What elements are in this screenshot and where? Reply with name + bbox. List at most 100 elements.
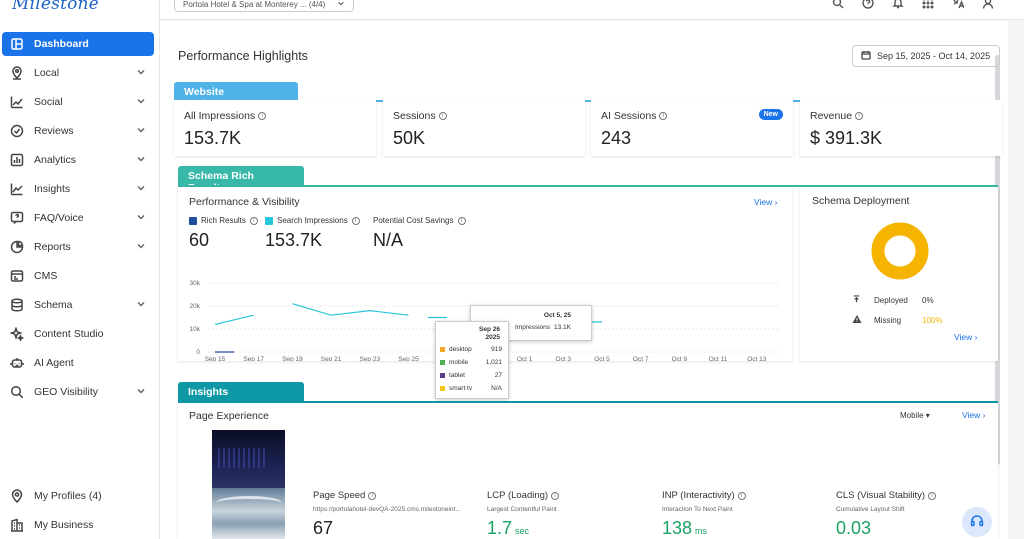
series-line-search-impressions[interactable]	[292, 303, 409, 316]
checkbox-icon[interactable]	[189, 216, 197, 225]
series-line-search-impressions[interactable]	[214, 314, 254, 325]
help-icon[interactable]	[862, 0, 874, 9]
top-bar: Portola Hotel & Spa at Monterey ... (4/4…	[160, 0, 1024, 20]
info-icon[interactable]: i	[855, 112, 864, 120]
sidebar-item-analytics[interactable]: Analytics	[2, 148, 154, 172]
tooltip-value: 13.1K	[554, 324, 571, 331]
tab-schema-rich-results[interactable]: Schema Rich Results	[178, 166, 304, 194]
cost-savings-value: N/A	[373, 230, 404, 250]
pe-value-number: 0.03	[836, 518, 872, 538]
sidebar-item-my-profiles-4[interactable]: My Profiles (4)	[2, 484, 154, 508]
sidebar-item-reviews[interactable]: Reviews	[2, 119, 154, 143]
metric-card-revenue[interactable]: Revenue i $ 391.3K	[800, 100, 1002, 156]
info-icon[interactable]: i	[457, 216, 466, 225]
metric-label-text: Revenue	[810, 110, 853, 122]
info-icon[interactable]: i	[258, 112, 267, 120]
sidebar-item-content-studio[interactable]: Content Studio	[2, 322, 154, 346]
sidebar-item-faq-voice[interactable]: FAQ/Voice	[2, 206, 154, 230]
sidebar-item-label: Reviews	[34, 125, 74, 137]
legend-swatch	[440, 359, 445, 365]
headset-icon	[970, 514, 984, 531]
sidebar-item-social[interactable]: Social	[2, 90, 154, 114]
page-experience-panel: Page Experience Mobile ▾ View › Page Spe…	[178, 403, 998, 539]
info-icon[interactable]: i	[368, 491, 377, 500]
metric-card-ai-sessions[interactable]: AI Sessions i 243 New	[591, 100, 793, 156]
metric-label-text: All Impressions	[184, 110, 256, 122]
date-range-picker[interactable]: Sep 15, 2025 - Oct 14, 2025	[852, 45, 1000, 67]
pe-value-number: 1.7	[487, 518, 513, 538]
sidebar-item-reports[interactable]: Reports	[2, 235, 154, 259]
info-icon[interactable]: i	[928, 491, 937, 500]
view-link[interactable]: View ›	[954, 332, 977, 342]
y-tick-label: 10k	[190, 326, 201, 333]
x-tick-label: Sep 19	[282, 356, 303, 361]
info-icon[interactable]: i	[659, 112, 668, 120]
view-link[interactable]: View ›	[754, 197, 777, 207]
sidebar-item-local[interactable]: Local	[2, 61, 154, 85]
bell-icon[interactable]	[892, 0, 904, 9]
pe-metric-value: 1.7 sec	[487, 518, 529, 539]
info-icon[interactable]: i	[249, 216, 258, 225]
info-icon[interactable]: i	[737, 491, 746, 500]
robot-icon	[10, 356, 24, 370]
sidebar-item-dashboard[interactable]: Dashboard	[2, 32, 154, 56]
metric-card-sessions[interactable]: Sessions i 50K	[383, 100, 585, 156]
deployment-donut-chart[interactable]	[870, 221, 930, 281]
location-icon	[10, 66, 24, 80]
metric-card-all-impressions[interactable]: All Impressions i 153.7K	[174, 100, 376, 156]
metric-value: 243	[601, 128, 632, 148]
chevron-down-icon	[136, 125, 146, 135]
pin-icon	[10, 489, 24, 503]
search-impressions-toggle[interactable]: Search Impressions i	[265, 216, 360, 225]
device-tooltip-date: Sep 26 2025	[479, 326, 500, 341]
chevron-down-icon	[136, 386, 146, 396]
brand-logo[interactable]: Milestone	[12, 0, 99, 14]
sidebar-item-cms[interactable]: CMS	[2, 264, 154, 288]
chevron-down-icon	[136, 183, 146, 193]
sidebar-item-label: AI Agent	[34, 357, 74, 369]
pe-metric-value: 67	[313, 518, 333, 539]
checkbox-icon[interactable]	[265, 216, 273, 225]
x-tick-label: Oct 11	[709, 356, 728, 361]
tab-insights[interactable]: Insights	[178, 382, 304, 402]
rich-results-label: Rich Results	[201, 216, 246, 225]
chevron-down-icon	[136, 67, 146, 77]
legend-swatch	[440, 385, 445, 391]
sidebar-item-insights[interactable]: Insights	[2, 177, 154, 201]
pe-metric-value: 0.03	[836, 518, 871, 539]
rich-results-toggle[interactable]: Rich Results i	[189, 216, 258, 225]
pe-value-unit: sec	[515, 526, 530, 536]
support-chat-button[interactable]	[962, 507, 992, 537]
sidebar-item-ai-agent[interactable]: AI Agent	[2, 351, 154, 375]
missing-value: 100%	[922, 315, 943, 325]
sidebar-item-my-business[interactable]: My Business	[2, 513, 154, 537]
device-dropdown[interactable]: Mobile ▾	[900, 411, 930, 420]
search-icon[interactable]	[832, 0, 844, 9]
x-tick-label: Sep 17	[243, 356, 264, 361]
sidebar-item-label: Insights	[34, 183, 71, 195]
chevron-down-icon	[136, 241, 146, 251]
tab-website-performance[interactable]: Website Performance	[174, 82, 298, 110]
tooltip-device-row: smart tv N/A	[440, 383, 502, 393]
sparkle-icon	[10, 327, 24, 341]
sidebar-item-label: Dashboard	[34, 38, 89, 50]
translate-icon[interactable]	[952, 0, 965, 9]
main-content: Performance Highlights Sep 15, 2025 - Oc…	[160, 21, 1008, 539]
sidebar-item-geo-visibility[interactable]: GEO Visibility	[2, 380, 154, 404]
sidebar-item-label: FAQ/Voice	[34, 212, 84, 224]
sidebar-item-label: Social	[34, 96, 63, 108]
apps-grid-icon[interactable]	[922, 0, 934, 9]
search-impressions-value: 153.7K	[265, 230, 323, 250]
info-icon[interactable]: i	[438, 112, 447, 120]
sidebar-item-label: CMS	[34, 270, 58, 282]
page-screenshot-thumbnail[interactable]	[212, 430, 285, 539]
device-value: 27	[494, 371, 502, 379]
property-select[interactable]: Portola Hotel & Spa at Monterey ... (4/4…	[174, 0, 354, 12]
pe-label-text: LCP (Loading)	[487, 490, 549, 501]
sidebar-item-schema[interactable]: Schema	[2, 293, 154, 317]
info-icon[interactable]: i	[551, 491, 560, 500]
info-icon[interactable]: i	[351, 216, 360, 225]
user-icon[interactable]	[982, 0, 994, 9]
missing-label: Missing	[874, 315, 902, 325]
view-link[interactable]: View ›	[962, 410, 985, 420]
